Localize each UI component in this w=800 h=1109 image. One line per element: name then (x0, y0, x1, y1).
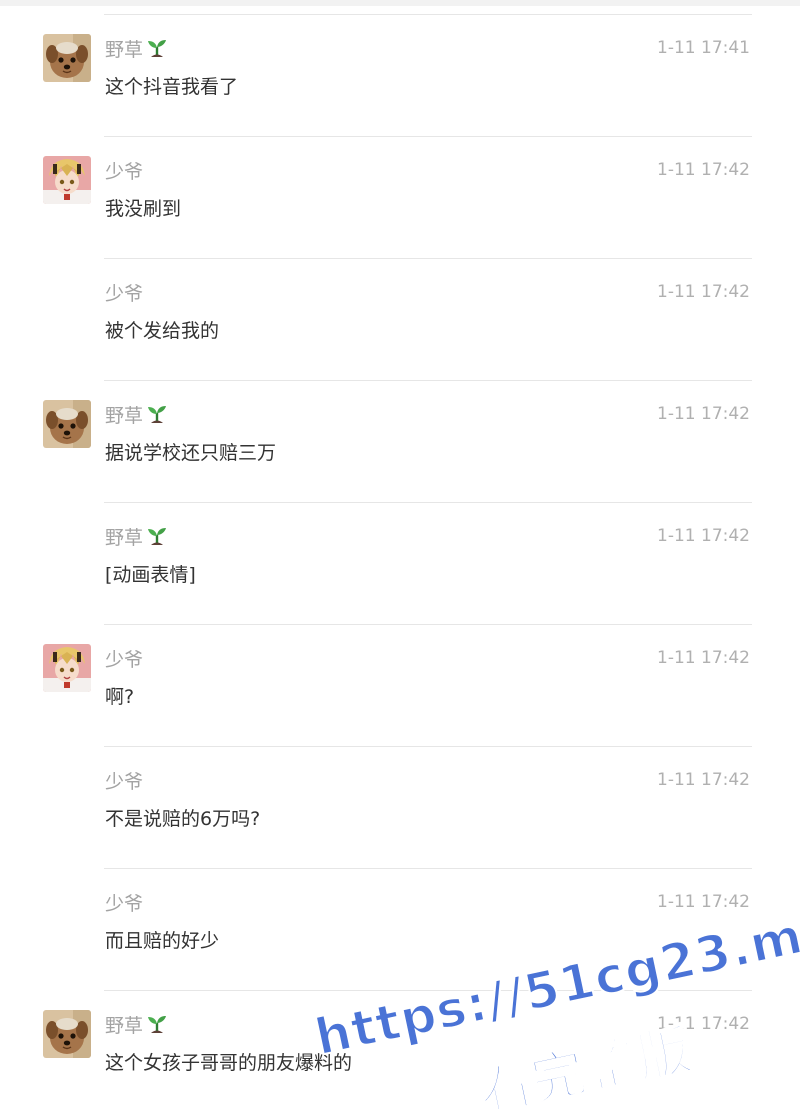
sender-name-text: 野草 (105, 1015, 144, 1037)
sprout-icon (146, 403, 168, 433)
sender-name[interactable]: 野草 (105, 1012, 168, 1043)
message-row: 野草 1-11 17:42 这个女孩子哥哥的朋友爆料的 (0, 990, 800, 1109)
message-text: 我没刷到 (105, 198, 182, 220)
message-row: 少爷 1-11 17:42 而且赔的好少 (0, 868, 800, 990)
message-text: [动画表情] (105, 564, 196, 586)
sender-name[interactable]: 少爷 (105, 280, 143, 308)
message-row: 少爷 1-11 17:42 啊? (0, 624, 800, 746)
top-separator (0, 0, 800, 6)
message-divider (104, 14, 752, 15)
message-divider (104, 502, 752, 503)
sender-name[interactable]: 少爷 (105, 890, 143, 918)
sender-name-text: 少爷 (105, 893, 144, 915)
sender-name[interactable]: 少爷 (105, 646, 143, 674)
message-text: 啊? (105, 686, 135, 708)
message-time: 1-11 17:42 (657, 770, 750, 790)
message-time: 1-11 17:42 (657, 404, 750, 424)
message-time: 1-11 17:42 (657, 282, 750, 302)
sender-name[interactable]: 野草 (105, 36, 168, 67)
message-text: 被个发给我的 (105, 320, 220, 342)
avatar[interactable] (43, 34, 91, 82)
sender-name-text: 野草 (105, 39, 144, 61)
message-time: 1-11 17:42 (657, 648, 750, 668)
message-row: 野草 1-11 17:42 据说学校还只赔三万 (0, 380, 800, 502)
sprout-icon (146, 1013, 168, 1043)
message-time: 1-11 17:42 (657, 526, 750, 546)
message-text: 据说学校还只赔三万 (105, 442, 277, 464)
message-row: 少爷 1-11 17:42 被个发给我的 (0, 258, 800, 380)
sender-name[interactable]: 野草 (105, 524, 168, 555)
message-divider (104, 746, 752, 747)
message-time: 1-11 17:42 (657, 892, 750, 912)
message-time: 1-11 17:41 (657, 38, 750, 58)
sprout-icon (146, 37, 168, 67)
avatar[interactable] (43, 400, 91, 448)
sender-name-text: 少爷 (105, 649, 144, 671)
message-row: 野草 1-11 17:42 [动画表情] (0, 502, 800, 624)
avatar[interactable] (43, 644, 91, 692)
message-divider (104, 136, 752, 137)
message-divider (104, 258, 752, 259)
sender-name-text: 少爷 (105, 161, 144, 183)
sender-name[interactable]: 少爷 (105, 768, 143, 796)
avatar[interactable] (43, 1010, 91, 1058)
message-row: 少爷 1-11 17:42 不是说赔的6万吗? (0, 746, 800, 868)
sprout-icon (146, 525, 168, 555)
message-row: 野草 1-11 17:41 这个抖音我看了 (0, 14, 800, 136)
message-text: 这个抖音我看了 (105, 76, 239, 98)
message-divider (104, 624, 752, 625)
sender-name-text: 少爷 (105, 283, 144, 305)
message-text: 这个女孩子哥哥的朋友爆料的 (105, 1052, 353, 1074)
message-divider (104, 380, 752, 381)
avatar[interactable] (43, 156, 91, 204)
message-time: 1-11 17:42 (657, 1014, 750, 1034)
sender-name[interactable]: 少爷 (105, 158, 143, 186)
message-divider (104, 990, 752, 991)
message-time: 1-11 17:42 (657, 160, 750, 180)
sender-name[interactable]: 野草 (105, 402, 168, 433)
message-divider (104, 868, 752, 869)
message-text: 而且赔的好少 (105, 930, 220, 952)
message-row: 少爷 1-11 17:42 我没刷到 (0, 136, 800, 258)
sender-name-text: 野草 (105, 405, 144, 427)
message-text: 不是说赔的6万吗? (105, 808, 261, 830)
sender-name-text: 少爷 (105, 771, 144, 793)
sender-name-text: 野草 (105, 527, 144, 549)
